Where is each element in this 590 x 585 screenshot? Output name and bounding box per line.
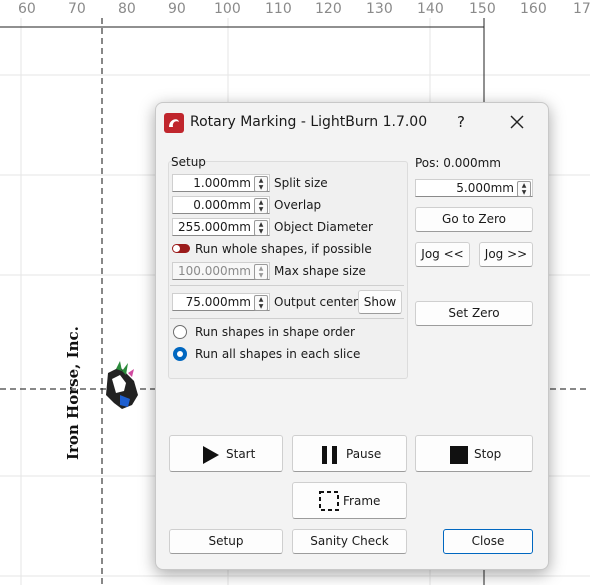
overlap-label: Overlap <box>274 198 322 212</box>
object-diameter-value: 255.000mm <box>177 220 251 234</box>
stop-icon <box>450 446 468 464</box>
help-button[interactable]: ? <box>452 111 470 133</box>
close-window-icon[interactable] <box>502 109 532 135</box>
frame-icon <box>319 491 339 511</box>
ruler-label: 70 <box>68 1 86 17</box>
max-shape-size-input: 100.000mm ▲ ▼ <box>172 262 270 280</box>
object-diameter-input[interactable]: 255.000mm ▲ ▼ <box>172 218 270 236</box>
output-center-input[interactable]: 75.000mm ▲ ▼ <box>172 293 270 311</box>
radio-shape-order[interactable] <box>173 325 187 339</box>
radio-shape-order-label[interactable]: Run shapes in shape order <box>195 325 355 339</box>
ruler-label: 80 <box>118 1 136 17</box>
position-readout: Pos: 0.000mm <box>415 156 501 170</box>
rotary-marking-dialog: Rotary Marking - LightBurn 1.7.00 ? Setu… <box>155 102 549 570</box>
setup-button[interactable]: Setup <box>169 529 283 554</box>
horse-logo-icon[interactable] <box>106 361 138 409</box>
close-button[interactable]: Close <box>443 529 533 554</box>
spin-arrows-icon[interactable]: ▲ ▼ <box>254 198 268 214</box>
spin-arrows-icon[interactable]: ▲ ▼ <box>254 176 268 192</box>
stop-button[interactable]: Stop <box>415 435 533 472</box>
overlap-value: 0.000mm <box>193 198 251 212</box>
spin-arrows-icon[interactable]: ▲ ▼ <box>254 220 268 236</box>
pause-label: Pause <box>346 447 382 461</box>
spin-arrows-icon[interactable]: ▲ ▼ <box>254 295 268 311</box>
separator <box>170 318 404 319</box>
radio-each-slice-label[interactable]: Run all shapes in each slice <box>195 347 360 361</box>
run-whole-shapes-toggle[interactable] <box>172 244 190 253</box>
sanity-check-button[interactable]: Sanity Check <box>292 529 407 554</box>
overlap-input[interactable]: 0.000mm ▲ ▼ <box>172 196 270 214</box>
split-size-label: Split size <box>274 176 328 190</box>
output-center-value: 75.000mm <box>185 295 251 309</box>
pause-button[interactable]: Pause <box>292 435 407 472</box>
go-to-zero-button[interactable]: Go to Zero <box>415 207 533 232</box>
ruler-label: 130 <box>366 1 393 17</box>
start-button[interactable]: Start <box>169 435 283 472</box>
pause-icon <box>322 446 337 464</box>
ruler-label: 60 <box>18 1 36 17</box>
ruler-label: 110 <box>265 1 292 17</box>
start-label: Start <box>226 447 256 461</box>
ruler-label: 17 <box>573 1 590 17</box>
frame-button[interactable]: Frame <box>292 482 407 519</box>
title-bar[interactable]: Rotary Marking - LightBurn 1.7.00 ? <box>156 103 548 143</box>
set-zero-button[interactable]: Set Zero <box>415 301 533 326</box>
max-shape-size-label: Max shape size <box>274 264 366 278</box>
company-text[interactable]: Iron Horse, Inc. <box>64 326 82 460</box>
jog-distance-value: 5.000mm <box>456 181 514 195</box>
object-diameter-label: Object Diameter <box>274 220 373 234</box>
radio-each-slice[interactable] <box>173 347 187 361</box>
output-center-label: Output center <box>274 295 359 309</box>
ruler-label: 150 <box>469 1 496 17</box>
show-button[interactable]: Show <box>358 290 402 314</box>
jog-forward-button[interactable]: Jog >> <box>479 242 533 267</box>
ruler-label: 160 <box>520 1 547 17</box>
lightburn-app-icon <box>164 113 184 133</box>
jog-distance-input[interactable]: 5.000mm ▲ ▼ <box>415 179 533 197</box>
jog-back-button[interactable]: Jog << <box>415 242 470 267</box>
max-shape-size-value: 100.000mm <box>177 264 251 278</box>
run-whole-shapes-label[interactable]: Run whole shapes, if possible <box>195 242 372 256</box>
frame-label: Frame <box>343 494 381 508</box>
ruler-ticks: 60 70 80 90 100 110 120 130 140 150 160 … <box>18 1 590 17</box>
play-icon <box>203 446 219 464</box>
ruler-label: 140 <box>417 1 444 17</box>
separator <box>170 285 404 286</box>
split-size-input[interactable]: 1.000mm ▲ ▼ <box>172 174 270 192</box>
stop-label: Stop <box>474 447 502 461</box>
ruler-label: 120 <box>315 1 342 17</box>
split-size-value: 1.000mm <box>193 176 251 190</box>
spin-arrows-icon: ▲ ▼ <box>254 264 268 280</box>
setup-group-title: Setup <box>171 155 206 169</box>
ruler-label: 90 <box>168 1 186 17</box>
dialog-title: Rotary Marking - LightBurn 1.7.00 <box>190 114 428 130</box>
spin-arrows-icon[interactable]: ▲ ▼ <box>517 181 531 197</box>
ruler-label: 100 <box>214 1 241 17</box>
